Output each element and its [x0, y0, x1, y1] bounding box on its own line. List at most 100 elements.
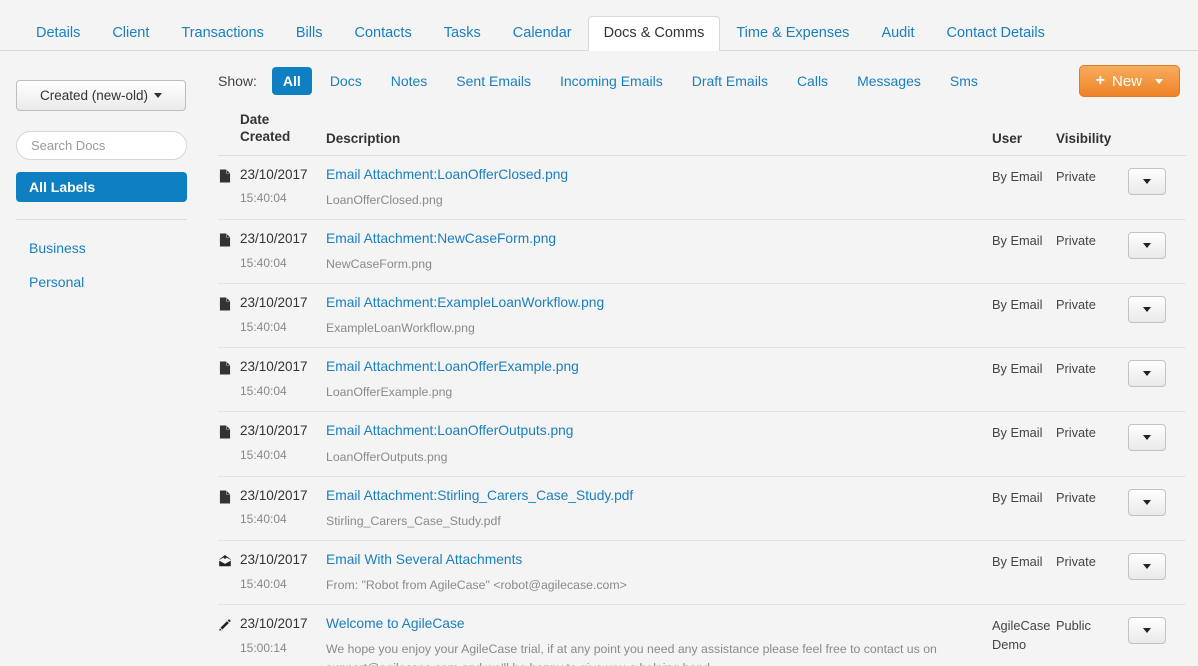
docs-sidebar: Created (new-old) All Labels Business Pe… [0, 51, 210, 666]
col-date-line1: Date [240, 111, 326, 128]
row-type-icon-cell [218, 476, 240, 540]
row-actions-dropdown[interactable] [1128, 424, 1166, 451]
sidebar-label-personal[interactable]: Personal [29, 274, 194, 290]
sort-order-dropdown[interactable]: Created (new-old) [16, 80, 186, 111]
tab-contact-details[interactable]: Contact Details [931, 16, 1061, 52]
row-subtitle: LoanOfferExample.png [326, 383, 992, 402]
docs-table: Date Created Description User Visibility… [218, 97, 1186, 666]
file-icon [218, 296, 240, 312]
row-title-link[interactable]: Welcome to AgileCase [326, 616, 465, 631]
row-actions-dropdown[interactable] [1128, 296, 1166, 323]
row-title-link[interactable]: Email Attachment:ExampleLoanWorkflow.png [326, 295, 604, 310]
row-title-link[interactable]: Email Attachment:LoanOfferOutputs.png [326, 423, 573, 438]
tab-client[interactable]: Client [96, 16, 165, 52]
filter-sent-emails[interactable]: Sent Emails [445, 67, 542, 95]
row-actions-dropdown[interactable] [1128, 617, 1166, 644]
row-subtitle: LoanOfferClosed.png [326, 191, 992, 210]
chevron-down-icon [1143, 243, 1151, 248]
row-title-link[interactable]: Email Attachment:NewCaseForm.png [326, 231, 556, 246]
filter-incoming-emails[interactable]: Incoming Emails [549, 67, 674, 95]
tab-contacts[interactable]: Contacts [338, 16, 427, 52]
new-button[interactable]: + New [1079, 65, 1180, 97]
row-actions-cell [1128, 219, 1186, 283]
tab-transactions[interactable]: Transactions [165, 16, 279, 52]
row-visibility: Private [1056, 476, 1128, 540]
table-row[interactable]: 23/10/201715:40:04Email With Several Att… [218, 540, 1186, 604]
tab-audit[interactable]: Audit [865, 16, 930, 52]
table-row[interactable]: 23/10/201715:40:04Email Attachment:LoanO… [218, 348, 1186, 412]
table-row[interactable]: 23/10/201715:00:14Welcome to AgileCaseWe… [218, 605, 1186, 666]
sidebar-label-business[interactable]: Business [29, 240, 194, 256]
row-type-icon-cell [218, 540, 240, 604]
tab-bills[interactable]: Bills [280, 16, 339, 52]
col-date-line2: Created [240, 128, 326, 145]
table-row[interactable]: 23/10/201715:40:04Email Attachment:Stirl… [218, 476, 1186, 540]
row-title-link[interactable]: Email Attachment:LoanOfferExample.png [326, 359, 579, 374]
row-actions-dropdown[interactable] [1128, 360, 1166, 387]
row-user: By Email [992, 283, 1056, 347]
row-user: By Email [992, 412, 1056, 476]
row-date: 23/10/2017 [240, 231, 308, 246]
search-docs-input[interactable] [16, 131, 187, 160]
tab-time-expenses[interactable]: Time & Expenses [720, 16, 865, 52]
filter-toolbar: Show: AllDocsNotesSent EmailsIncoming Em… [218, 51, 1186, 97]
row-actions-cell [1128, 540, 1186, 604]
col-date-created: Date Created [240, 97, 326, 155]
row-time: 15:00:14 [240, 641, 326, 655]
table-row[interactable]: 23/10/201715:40:04Email Attachment:LoanO… [218, 155, 1186, 219]
table-row[interactable]: 23/10/201715:40:04Email Attachment:Examp… [218, 283, 1186, 347]
plus-icon: + [1096, 73, 1105, 89]
row-description-cell: Email Attachment:Stirling_Carers_Case_St… [326, 476, 992, 540]
row-actions-dropdown[interactable] [1128, 232, 1166, 259]
filter-all[interactable]: All [272, 67, 312, 95]
row-description-cell: Welcome to AgileCase We hope you enjoy yo… [326, 605, 992, 666]
tab-docs-comms[interactable]: Docs & Comms [588, 16, 721, 52]
row-actions-dropdown[interactable] [1128, 553, 1166, 580]
chevron-down-icon [1143, 435, 1151, 440]
filter-draft-emails[interactable]: Draft Emails [681, 67, 779, 95]
row-visibility: Private [1056, 540, 1128, 604]
chevron-down-icon [1143, 628, 1151, 633]
chevron-down-icon [154, 93, 162, 98]
row-actions-dropdown[interactable] [1128, 168, 1166, 195]
row-date: 23/10/2017 [240, 167, 308, 182]
all-labels-text: All Labels [29, 179, 95, 195]
tab-details[interactable]: Details [20, 16, 96, 52]
row-title-link[interactable]: Email Attachment:LoanOfferClosed.png [326, 167, 568, 182]
row-date-cell: 23/10/201715:40:04 [240, 348, 326, 412]
filter-sms[interactable]: Sms [939, 67, 989, 95]
row-user: By Email [992, 476, 1056, 540]
row-user: By Email [992, 155, 1056, 219]
row-subtitle: LoanOfferOutputs.png [326, 448, 992, 467]
row-date-cell: 23/10/201715:40:04 [240, 155, 326, 219]
row-actions-cell [1128, 412, 1186, 476]
filter-docs[interactable]: Docs [319, 67, 373, 95]
filter-messages[interactable]: Messages [846, 67, 932, 95]
row-type-icon-cell [218, 412, 240, 476]
filter-notes[interactable]: Notes [380, 67, 439, 95]
filter-calls[interactable]: Calls [786, 67, 839, 95]
row-subtitle: We hope you enjoy your AgileCase trial, … [326, 640, 992, 666]
row-type-icon-cell [218, 219, 240, 283]
row-date-cell: 23/10/201715:40:04 [240, 476, 326, 540]
chevron-down-icon [1143, 179, 1151, 184]
table-row[interactable]: 23/10/201715:40:04Email Attachment:NewCa… [218, 219, 1186, 283]
row-date-cell: 23/10/201715:00:14 [240, 605, 326, 666]
envelope-icon [218, 553, 240, 569]
row-time: 15:40:04 [240, 384, 326, 398]
row-time: 15:40:04 [240, 577, 326, 591]
row-actions-dropdown[interactable] [1128, 489, 1166, 516]
row-date: 23/10/2017 [240, 488, 308, 503]
row-title-link[interactable]: Email Attachment:Stirling_Carers_Case_St… [326, 488, 633, 503]
row-title-link[interactable]: Email With Several Attachments [326, 552, 522, 567]
row-subtitle: From: "Robot from AgileCase" <robot@agil… [326, 576, 992, 595]
chevron-down-icon [1143, 307, 1151, 312]
sidebar-item-all-labels[interactable]: All Labels [16, 172, 187, 202]
tab-tasks[interactable]: Tasks [428, 16, 497, 52]
row-actions-cell [1128, 476, 1186, 540]
show-label: Show: [218, 73, 257, 89]
table-row[interactable]: 23/10/201715:40:04Email Attachment:LoanO… [218, 412, 1186, 476]
row-description-cell: Email Attachment:LoanOfferClosed.png Loan… [326, 155, 992, 219]
tab-calendar[interactable]: Calendar [497, 16, 588, 52]
row-date: 23/10/2017 [240, 423, 308, 438]
